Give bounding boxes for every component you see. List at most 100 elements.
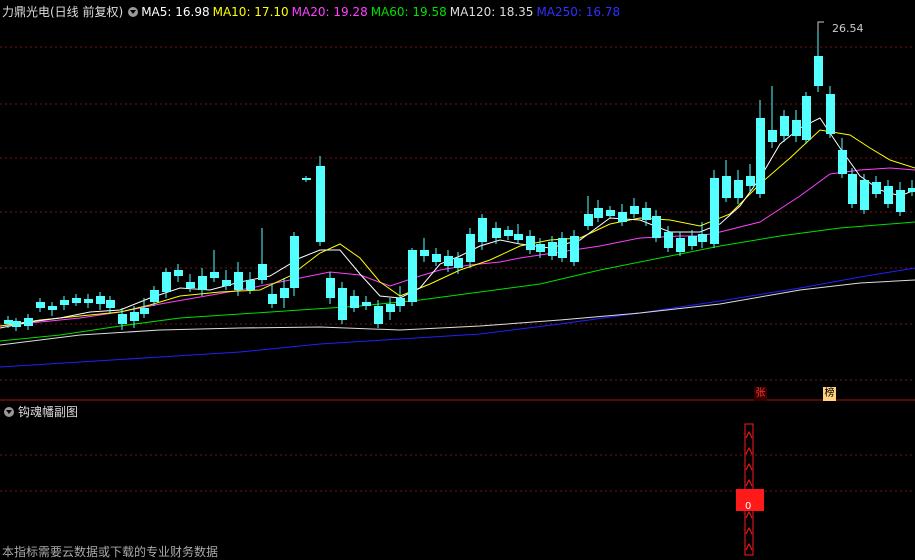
- candle: [290, 232, 299, 296]
- candle-body: [4, 320, 13, 324]
- candle-body: [642, 208, 651, 220]
- candle-body: [504, 230, 513, 236]
- candle-body: [466, 234, 475, 262]
- ma5-label: MA5: 16.98: [141, 5, 210, 19]
- candle-body: [420, 250, 429, 256]
- candle-body: [396, 298, 405, 306]
- candle: [848, 168, 857, 208]
- arrow-mark: [745, 446, 753, 455]
- candle-body: [444, 256, 453, 266]
- candle-body: [548, 242, 557, 256]
- candle-body: [780, 116, 789, 136]
- candle-body: [756, 118, 765, 194]
- candlestick-chart[interactable]: [0, 0, 915, 559]
- candle: [432, 248, 441, 266]
- candle: [594, 200, 603, 222]
- candle: [72, 294, 81, 306]
- candle: [350, 290, 359, 312]
- candle-body: [326, 278, 335, 298]
- candle: [814, 22, 823, 92]
- dropdown-icon[interactable]: [128, 6, 139, 17]
- candle-body: [84, 299, 93, 303]
- candle-body: [130, 312, 139, 321]
- candle-body: [710, 178, 719, 244]
- candle-body: [140, 308, 149, 314]
- candle-body: [374, 306, 383, 324]
- candle-body: [746, 176, 755, 186]
- candle-body: [492, 228, 501, 238]
- candle-body: [362, 302, 371, 306]
- candle: [420, 238, 429, 262]
- candle: [316, 156, 325, 246]
- ma60-label: MA60: 19.58: [370, 5, 447, 19]
- candle-body: [734, 180, 743, 198]
- candle-body: [96, 296, 105, 304]
- ma10-label: MA10: 17.10: [212, 5, 289, 19]
- ma120-label: MA120: 18.35: [449, 5, 534, 19]
- candle: [36, 298, 45, 312]
- candle: [258, 228, 267, 284]
- ma-lines: [0, 117, 915, 368]
- candle-body: [60, 300, 69, 305]
- footer-notice: 本指标需要云数据或下载的专业财务数据: [2, 545, 219, 559]
- sub-chart-bars: [736, 423, 764, 556]
- candle-body: [174, 270, 183, 276]
- candle: [872, 176, 881, 198]
- candle: [4, 316, 13, 328]
- candle-body: [896, 190, 905, 212]
- candle-body: [198, 276, 207, 290]
- candle: [768, 86, 777, 148]
- zhang-tag[interactable]: 张: [754, 387, 767, 401]
- candle-body: [688, 236, 697, 246]
- peak-marker: [817, 21, 824, 32]
- candle: [526, 230, 535, 254]
- candle-body: [630, 206, 639, 214]
- candle-body: [676, 238, 685, 252]
- peak-price-label: 26.54: [832, 22, 864, 35]
- candle-body: [664, 232, 673, 248]
- candle: [210, 250, 219, 282]
- candle: [826, 86, 835, 138]
- subchart-dropdown-icon[interactable]: [4, 406, 14, 417]
- candle: [504, 226, 513, 240]
- candle-body: [526, 236, 535, 250]
- candle-body: [570, 236, 579, 262]
- candle-body: [48, 306, 57, 310]
- candle-body: [24, 318, 33, 326]
- bang-tag[interactable]: 榜: [823, 387, 836, 401]
- candle-body: [118, 314, 127, 324]
- candle: [884, 180, 893, 208]
- candle: [96, 292, 105, 310]
- candle: [780, 110, 789, 142]
- ma10-line: [0, 129, 915, 327]
- candle: [618, 204, 627, 226]
- candle: [514, 224, 523, 244]
- candle: [60, 296, 69, 310]
- candle-body: [454, 258, 463, 268]
- candle: [326, 272, 335, 304]
- candle-body: [594, 208, 603, 218]
- arrow-mark: [745, 462, 753, 471]
- ma20-label: MA20: 19.28: [291, 5, 368, 19]
- arrow-mark: [745, 526, 753, 535]
- candle: [48, 302, 57, 316]
- candle: [802, 92, 811, 144]
- candle-body: [408, 250, 417, 302]
- candle: [570, 230, 579, 266]
- candle: [722, 160, 731, 202]
- candle: [584, 196, 593, 230]
- chart-header: 力鼎光电(日线 前复权) MA5: 16.98 MA10: 17.10 MA20: 1…: [2, 3, 623, 20]
- candle: [396, 286, 405, 312]
- candle: [860, 174, 869, 214]
- candle-body: [280, 288, 289, 298]
- candle-body: [908, 188, 915, 192]
- candle: [908, 180, 915, 196]
- candle-body: [584, 214, 593, 226]
- candle-body: [606, 210, 615, 216]
- candle: [896, 182, 905, 216]
- ma60-line: [0, 221, 915, 342]
- candle-body: [302, 178, 311, 180]
- zero-label: 0: [745, 501, 752, 512]
- candle: [792, 110, 801, 142]
- candle-body: [246, 280, 255, 290]
